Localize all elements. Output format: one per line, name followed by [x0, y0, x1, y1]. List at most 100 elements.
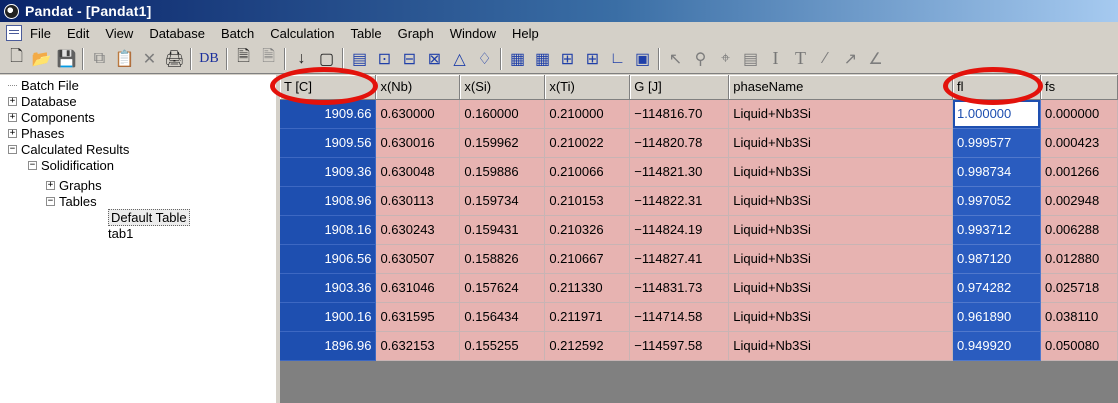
new-file-icon[interactable]: 🗋 [5, 47, 28, 70]
document-icon[interactable] [6, 25, 22, 41]
paste-icon[interactable]: 📋 [113, 47, 136, 70]
table-cell[interactable]: 0.006288 [1040, 215, 1118, 245]
expand-icon[interactable]: + [8, 112, 17, 122]
table-cell[interactable]: 0.631595 [375, 302, 461, 332]
table-cell[interactable]: 0.987120 [952, 244, 1041, 274]
table-cell[interactable]: 0.159886 [459, 157, 546, 187]
table-cell[interactable]: 0.159962 [459, 128, 546, 158]
table-cell[interactable]: 0.210022 [544, 128, 631, 158]
table-icon[interactable]: ▦ [506, 47, 529, 70]
table-cell[interactable]: 0.012880 [1040, 244, 1118, 274]
collapse-icon[interactable]: − [46, 196, 55, 206]
table-cell[interactable]: 0.002948 [1040, 186, 1118, 216]
column-header-fs[interactable]: fs [1040, 75, 1118, 100]
table-cell[interactable]: 0.949920 [952, 331, 1041, 361]
table-cell[interactable]: 0.156434 [459, 302, 546, 332]
arrow-down-icon[interactable]: ↓ [290, 47, 313, 70]
table-cell[interactable]: 0.630000 [375, 99, 461, 129]
tree-item-calculated-results[interactable]: − Calculated Results [0, 141, 276, 157]
table-cell[interactable]: 0.000423 [1040, 128, 1118, 158]
table-cell[interactable]: −114816.70 [629, 99, 730, 129]
arrow-tool-icon[interactable]: ↗ [839, 47, 862, 70]
table-cell[interactable]: Liquid+Nb3Si [728, 215, 954, 245]
curve-tool-icon[interactable]: ∠ [864, 47, 887, 70]
tree-item-graphs[interactable]: + Graphs [0, 177, 276, 193]
table-cell[interactable]: 0.210326 [544, 215, 631, 245]
table-cell[interactable]: 0.211971 [544, 302, 631, 332]
column-header-gibbs-energy[interactable]: G [J] [629, 75, 730, 100]
zoom-icon[interactable]: ⚲ [689, 47, 712, 70]
table-cell[interactable]: 1909.66 [280, 99, 377, 129]
column-header-x-ti[interactable]: x(Ti) [544, 75, 631, 100]
table-cell[interactable]: 0.999577 [952, 128, 1041, 158]
tree-item-solidification[interactable]: − Solidification [0, 157, 276, 173]
table-cell[interactable]: Liquid+Nb3Si [728, 99, 954, 129]
legend-icon[interactable]: ▤ [739, 47, 762, 70]
menu-table[interactable]: Table [343, 26, 390, 41]
expand-icon[interactable]: + [46, 180, 55, 190]
table-cell[interactable]: Liquid+Nb3Si [728, 128, 954, 158]
table-cell[interactable]: Liquid+Nb3Si [728, 157, 954, 187]
table-cell[interactable]: 0.630507 [375, 244, 461, 274]
copy-icon[interactable]: ⧉ [88, 47, 111, 70]
table-cell[interactable]: 0.155255 [459, 331, 546, 361]
table-cell[interactable]: 0.000000 [1040, 99, 1118, 129]
table-cell[interactable]: 0.210667 [544, 244, 631, 274]
calculate-icon[interactable]: ▢ [315, 47, 338, 70]
expand-icon[interactable]: + [8, 96, 17, 106]
table-cell[interactable]: 0.025718 [1040, 273, 1118, 303]
table-row[interactable]: 1909.66 0.630000 0.160000 0.210000 −114816.7… [280, 99, 1118, 129]
table-row[interactable]: 1906.56 0.630507 0.158826 0.210667 −114827.4… [280, 244, 1118, 274]
table-cell[interactable]: 1896.96 [280, 331, 377, 361]
column-header-temperature[interactable]: T [C] [280, 75, 377, 100]
table-cell[interactable]: Liquid+Nb3Si [728, 331, 954, 361]
table-cell[interactable]: 0.038110 [1040, 302, 1118, 332]
table-cell[interactable]: 1.000000 [952, 99, 1041, 129]
text-tool-icon[interactable]: T [789, 47, 812, 70]
database-button[interactable]: DB [196, 47, 222, 70]
table-cell[interactable]: 0.210066 [544, 157, 631, 187]
table-row[interactable]: 1909.56 0.630016 0.159962 0.210022 −114820.7… [280, 128, 1118, 158]
table-cell[interactable]: Liquid+Nb3Si [728, 273, 954, 303]
save-icon[interactable]: 💾 [55, 47, 78, 70]
collapse-icon[interactable]: − [8, 144, 17, 154]
pandat-app-icon[interactable] [4, 3, 19, 19]
table-cell[interactable]: 1909.56 [280, 128, 377, 158]
table-cell[interactable]: 1903.36 [280, 273, 377, 303]
table-cell[interactable]: 0.630016 [375, 128, 461, 158]
table-cell[interactable]: 1906.56 [280, 244, 377, 274]
tree-item-batch-file[interactable]: Batch File [0, 77, 276, 93]
table-cell[interactable]: −114597.58 [629, 331, 730, 361]
table-cell[interactable]: 0.630113 [375, 186, 461, 216]
column-header-phase-name[interactable]: phaseName [728, 75, 954, 100]
table-cell[interactable]: 0.159431 [459, 215, 546, 245]
table-row[interactable]: 1896.96 0.632153 0.155255 0.212592 −114597.5… [280, 331, 1118, 361]
table-cell[interactable]: 0.210153 [544, 186, 631, 216]
table-cell[interactable]: 1909.36 [280, 157, 377, 187]
table-row[interactable]: 1908.16 0.630243 0.159431 0.210326 −114824.1… [280, 215, 1118, 245]
column-header-x-si[interactable]: x(Si) [459, 75, 546, 100]
table-cell[interactable]: 0.157624 [459, 273, 546, 303]
table-cell[interactable]: 0.997052 [952, 186, 1041, 216]
pointer-icon[interactable]: ↖ [664, 47, 687, 70]
expand-icon[interactable]: + [8, 128, 17, 138]
menu-help[interactable]: Help [504, 26, 547, 41]
table-row[interactable]: 1900.16 0.631595 0.156434 0.211971 −114714.5… [280, 302, 1118, 332]
table-format-icon[interactable]: ⊞ [581, 47, 604, 70]
table-cell[interactable]: 0.159734 [459, 186, 546, 216]
table-cell[interactable]: 0.212592 [544, 331, 631, 361]
triangle-calc-icon[interactable]: △ [448, 47, 471, 70]
italic-text-icon[interactable]: I [764, 47, 787, 70]
tree-item-tab1[interactable]: tab1 [0, 225, 276, 241]
column-header-x-nb[interactable]: x(Nb) [375, 75, 461, 100]
table-view-icon[interactable]: ▤ [348, 47, 371, 70]
paint-icon[interactable]: ♢ [473, 47, 496, 70]
table-cell[interactable]: 1908.96 [280, 186, 377, 216]
table-cell[interactable]: 0.632153 [375, 331, 461, 361]
menu-batch[interactable]: Batch [213, 26, 262, 41]
graph-icon[interactable]: ∟ [606, 47, 629, 70]
batch-file-icon[interactable]: 🗎 [232, 47, 255, 70]
tree-item-database[interactable]: + Database [0, 93, 276, 109]
table-cell[interactable]: −114831.73 [629, 273, 730, 303]
menu-file[interactable]: File [28, 26, 59, 41]
